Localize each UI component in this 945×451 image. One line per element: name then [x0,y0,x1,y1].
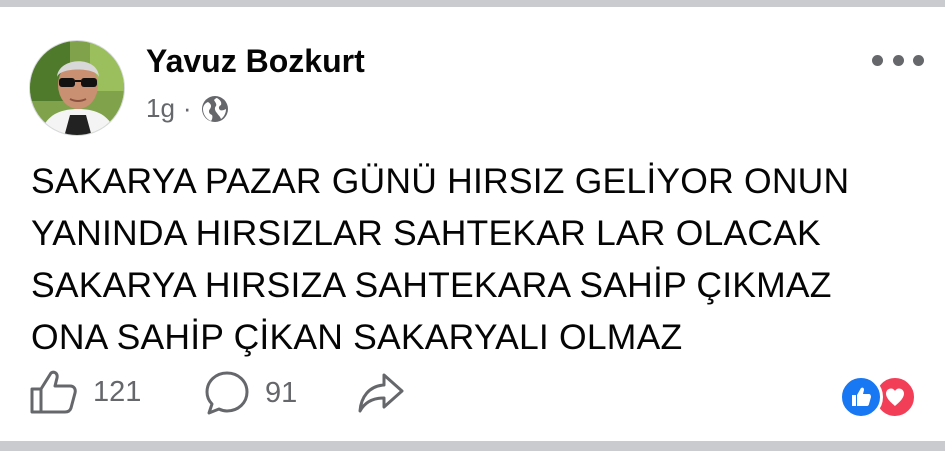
more-options-dot [913,54,924,66]
meta-separator: · [182,93,192,123]
comment-button[interactable]: 91 [203,369,297,417]
action-bar: 121 91 [0,363,945,423]
post-meta: 1g · [146,93,230,124]
more-options-icon [872,54,883,66]
post-text-line: SAKARYA HIRSIZA SAHTEKARA SAHİP ÇIKMAZ [31,265,832,305]
post-text-line: YANINDA HIRSIZLAR SAHTEKAR LAR OLACAK [31,213,821,253]
more-options-dot [892,54,904,66]
post-text: SAKARYA PAZAR GÜNÜ HIRSIZ GELİYOR ONUN Y… [31,155,911,363]
post-text-line: ONA SAHİP ÇİKAN SAKARYALI OLMAZ [31,317,683,357]
comment-icon [205,371,249,415]
avatar[interactable] [29,40,125,136]
share-icon [358,373,404,413]
like-button[interactable]: 121 [29,369,141,415]
thumbs-up-icon [30,370,77,414]
like-reaction-icon [839,375,883,419]
bottom-divider [0,441,945,451]
comment-count: 91 [265,376,298,409]
avatar-photo [30,41,124,135]
post-time[interactable]: 1g [146,93,175,124]
share-button[interactable] [356,371,406,415]
post-card: Yavuz Bozkurt 1g · SAKARYA PAZAR GÜNÜ HI… [0,7,945,441]
reaction-summary[interactable] [839,375,919,419]
top-divider [0,0,945,7]
globe-icon [200,94,230,124]
author-name[interactable]: Yavuz Bozkurt [146,43,365,80]
more-options-button[interactable] [872,45,924,75]
like-count: 121 [93,375,142,408]
post-text-line: SAKARYA PAZAR GÜNÜ HIRSIZ GELİYOR ONUN [31,161,850,201]
